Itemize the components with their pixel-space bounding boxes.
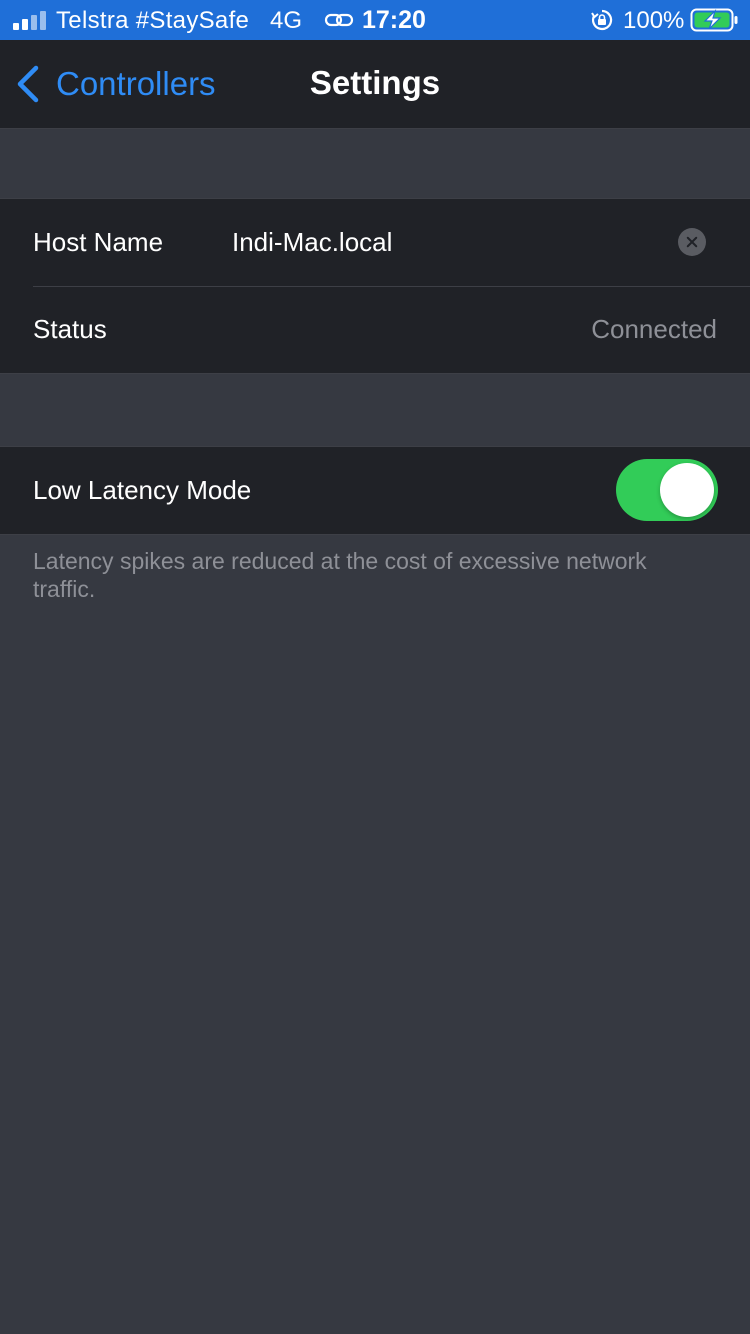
host-name-row: Host Name Indi-Mac.local — [0, 199, 750, 286]
host-name-field[interactable]: Indi-Mac.local — [232, 227, 392, 258]
latency-section: Low Latency Mode — [0, 446, 750, 535]
toggle-knob — [660, 463, 714, 517]
link-icon — [324, 13, 354, 27]
clear-icon[interactable] — [678, 228, 706, 256]
connection-section: Host Name Indi-Mac.local Status Connecte… — [0, 198, 750, 374]
clock: 17:20 — [362, 6, 426, 34]
host-name-label: Host Name — [33, 227, 164, 257]
status-bar: Telstra #StaySafe 4G 17:20 100% — [0, 0, 750, 40]
page-title: Settings — [309, 64, 441, 101]
low-latency-footnote: Latency spikes are reduced at the cost o… — [33, 548, 647, 602]
status-row: Status Connected — [0, 286, 750, 373]
carrier-name: Telstra #StaySafe — [56, 7, 250, 34]
low-latency-label: Low Latency Mode — [33, 475, 252, 505]
signal-strength-icon — [13, 10, 47, 30]
status-value: Connected — [591, 314, 717, 344]
battery-percentage: 100% — [623, 7, 685, 34]
battery-charging-icon — [690, 8, 738, 32]
navigation-bar: Controllers Settings — [0, 40, 750, 129]
status-label: Status — [33, 314, 107, 344]
low-latency-row: Low Latency Mode — [0, 447, 750, 534]
orientation-lock-icon — [591, 9, 613, 31]
low-latency-toggle[interactable] — [616, 459, 718, 521]
network-type: 4G — [270, 7, 303, 34]
